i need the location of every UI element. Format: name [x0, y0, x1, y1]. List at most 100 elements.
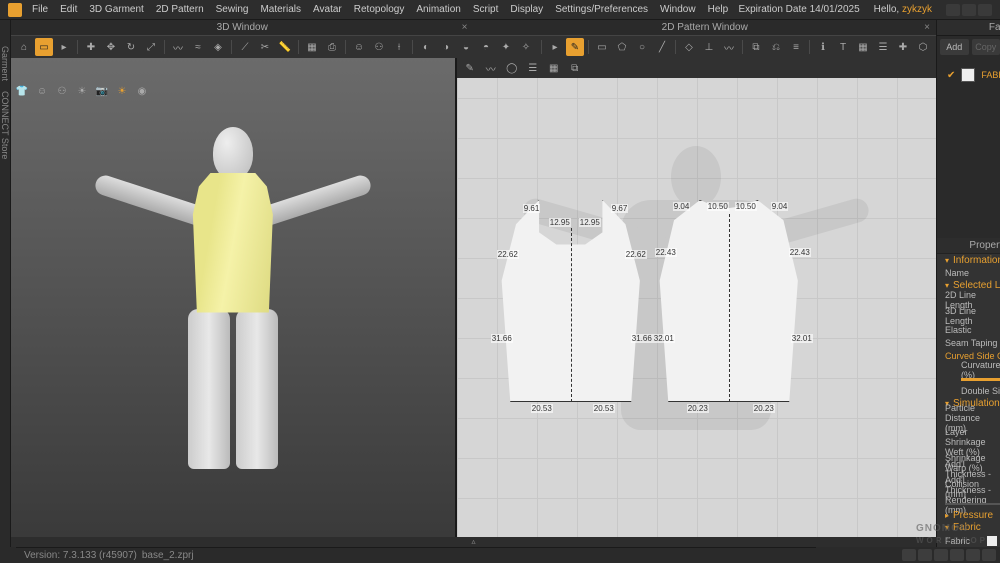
menu-edit[interactable]: Edit: [60, 4, 77, 15]
close-tab-icon[interactable]: ×: [924, 22, 930, 33]
menu-avatar[interactable]: Avatar: [313, 4, 342, 15]
meas-label: 9.67: [611, 204, 629, 213]
tool-2d-ex1-icon[interactable]: ✚: [894, 38, 912, 56]
tool-pose-icon[interactable]: ⚇: [370, 38, 388, 56]
curvature-slider[interactable]: [961, 378, 1000, 380]
tool-2d-poly-icon[interactable]: ⬠: [613, 38, 631, 56]
fabric-swatch-icon: [961, 68, 975, 82]
menu-script[interactable]: Script: [473, 4, 499, 15]
menu-3d-garment[interactable]: 3D Garment: [89, 4, 143, 15]
bi2-icon[interactable]: [918, 549, 932, 561]
mode-light-icon[interactable]: ☀: [73, 82, 91, 100]
menu-help[interactable]: Help: [708, 4, 729, 15]
tool-2d-dart-icon[interactable]: ◇: [680, 38, 698, 56]
tool-2d-notch-icon[interactable]: ⊥: [700, 38, 718, 56]
close-tab-icon[interactable]: ×: [462, 22, 468, 33]
tool-2d-align-icon[interactable]: ≡: [787, 38, 805, 56]
tool-sewing-icon[interactable]: 〰: [169, 38, 187, 56]
bi6-icon[interactable]: [982, 549, 996, 561]
minimize-icon[interactable]: [946, 4, 960, 16]
section-information[interactable]: ▾Information: [937, 254, 1000, 267]
expiration-text: Expiration Date 14/01/2025: [738, 4, 859, 15]
tool-measure-icon[interactable]: 📏: [276, 38, 294, 56]
tool-cut-icon[interactable]: ✂: [256, 38, 274, 56]
thickness-slider[interactable]: [945, 503, 1000, 505]
rail-garment[interactable]: Garment: [0, 46, 10, 81]
expand-bottom-icon[interactable]: ▵: [11, 537, 936, 547]
tab-2d-pattern-window[interactable]: 2D Pattern Window×: [474, 20, 937, 36]
tool-2d-circle-icon[interactable]: ○: [633, 38, 651, 56]
tool-move-icon[interactable]: ✥: [102, 38, 120, 56]
menu-animation[interactable]: Animation: [416, 4, 460, 15]
tool-arrow-icon[interactable]: ▸: [55, 38, 73, 56]
mode-avatar-icon[interactable]: ☺: [33, 82, 51, 100]
mode-camera-icon[interactable]: 📷: [93, 82, 111, 100]
tool-misc4-icon[interactable]: ◓: [477, 38, 495, 56]
tool-misc2-icon[interactable]: ◑: [437, 38, 455, 56]
tool-2d-grid-icon[interactable]: ▦: [854, 38, 872, 56]
fabric-copy-button[interactable]: Copy: [972, 39, 1000, 55]
fabric-item[interactable]: ✔ FABRIC 1 ≡: [943, 64, 1000, 86]
prop-curvature-label: Curvature (%): [961, 360, 1000, 380]
close-icon[interactable]: [978, 4, 992, 16]
v2d-layer-icon[interactable]: ☰: [524, 59, 542, 77]
menu-materials[interactable]: Materials: [260, 4, 301, 15]
tool-2d-seam-icon[interactable]: 〰: [720, 38, 738, 56]
tool-seam-icon[interactable]: ≈: [189, 38, 207, 56]
tool-pin-icon[interactable]: ✚: [82, 38, 100, 56]
tool-misc3-icon[interactable]: ◒: [457, 38, 475, 56]
v2d-pen-icon[interactable]: ✎: [461, 59, 479, 77]
tool-texture-icon[interactable]: ▦: [303, 38, 321, 56]
bi5-icon[interactable]: [966, 549, 980, 561]
tool-2d-rect-icon[interactable]: ▭: [593, 38, 611, 56]
fabric-add-button[interactable]: Add: [940, 39, 969, 55]
tool-2d-trace-icon[interactable]: ⎌: [767, 38, 785, 56]
tab-3d-window[interactable]: 3D Window×: [11, 20, 474, 36]
meas-label: 31.66: [491, 334, 513, 343]
tool-2d-annot-icon[interactable]: ℹ: [814, 38, 832, 56]
bi3-icon[interactable]: [934, 549, 948, 561]
viewport-3d[interactable]: 👕 ☺ ⚇ ☀ 📷 ☀ ◉: [11, 58, 456, 537]
bi1-icon[interactable]: [902, 549, 916, 561]
tool-home-icon[interactable]: ⌂: [15, 38, 33, 56]
menu-sewing[interactable]: Sewing: [216, 4, 249, 15]
tool-rotate-icon[interactable]: ↻: [122, 38, 140, 56]
mode-sim-icon[interactable]: ☀: [113, 82, 131, 100]
tool-2d-select-icon[interactable]: ▸: [546, 38, 564, 56]
tool-2d-text-icon[interactable]: T: [834, 38, 852, 56]
tool-misc6-icon[interactable]: ✧: [517, 38, 535, 56]
tool-2d-layer-icon[interactable]: ☰: [874, 38, 892, 56]
mode-bone-icon[interactable]: ⚇: [53, 82, 71, 100]
tool-2d-edit-icon[interactable]: ✎: [566, 38, 584, 56]
tool-select-icon[interactable]: ▭: [35, 38, 53, 56]
meas-label: 22.62: [497, 250, 519, 259]
v2d-circle-icon[interactable]: ◯: [503, 59, 521, 77]
tool-misc1-icon[interactable]: ◐: [417, 38, 435, 56]
tool-2d-ex2-icon[interactable]: ⬡: [914, 38, 932, 56]
tool-print-icon[interactable]: ⎙: [323, 38, 341, 56]
menu-settings[interactable]: Settings/Preferences: [555, 4, 648, 15]
menu-2d-pattern[interactable]: 2D Pattern: [156, 4, 204, 15]
v2d-copy-icon[interactable]: ⧉: [566, 59, 584, 77]
menu-retopology[interactable]: Retopology: [354, 4, 405, 15]
mode-render-icon[interactable]: ◉: [133, 82, 151, 100]
tool-avatar-icon[interactable]: ☺: [350, 38, 368, 56]
maximize-icon[interactable]: [962, 4, 976, 16]
bi4-icon[interactable]: [950, 549, 964, 561]
tool-fold-icon[interactable]: ⟋: [236, 38, 254, 56]
viewport-2d[interactable]: ✎ 〰 ◯ ☰ ▦ ⧉ 9.61 12.95 12.95 9.67: [456, 58, 936, 537]
tool-tack-icon[interactable]: ◈: [209, 38, 227, 56]
tool-2d-line-icon[interactable]: ╱: [653, 38, 671, 56]
menu-file[interactable]: File: [32, 4, 48, 15]
v2d-grid-icon[interactable]: ▦: [545, 59, 563, 77]
tool-misc5-icon[interactable]: ✦: [497, 38, 515, 56]
menu-window[interactable]: Window: [660, 4, 696, 15]
rail-connect-store[interactable]: CONNECT Store: [0, 91, 10, 159]
tool-bone-icon[interactable]: ⟊: [390, 38, 408, 56]
tool-2d-sym-icon[interactable]: ⧉: [747, 38, 765, 56]
v2d-brush-icon[interactable]: 〰: [482, 59, 500, 77]
meas-label: 22.43: [789, 248, 811, 257]
menu-display[interactable]: Display: [510, 4, 543, 15]
tool-scale-icon[interactable]: ⤢: [142, 38, 160, 56]
mode-shirt-icon[interactable]: 👕: [13, 82, 31, 100]
